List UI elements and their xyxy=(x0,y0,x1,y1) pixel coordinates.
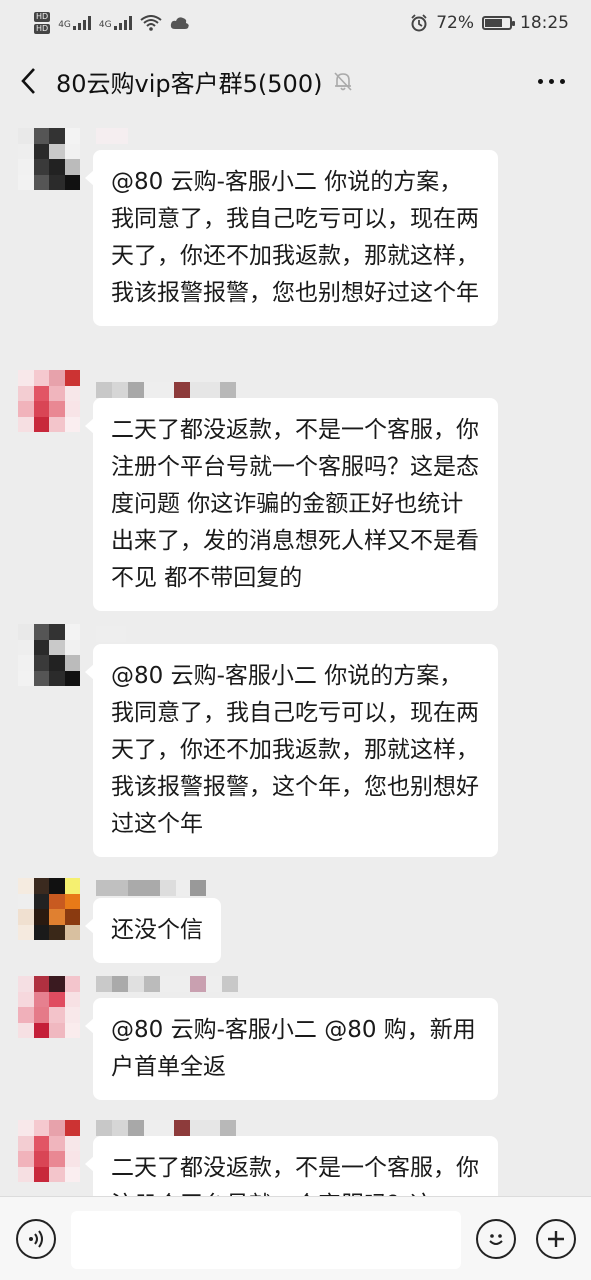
message-bubble[interactable]: @80 云购-客服小二 你说的方案，我同意了，我自己吃亏可以，现在两天了，你还不… xyxy=(85,150,498,326)
message-text: 二天了都没返款，不是一个客服，你注册个平台号就一个客服吗？这是态度问题 你这诈骗… xyxy=(111,417,479,591)
chat-title: 80云购vip客户群5(500) xyxy=(56,69,323,98)
input-bar xyxy=(0,1196,591,1280)
chat-header: 80云购vip客户群5(500) xyxy=(0,46,591,116)
avatar[interactable] xyxy=(18,370,80,432)
more-button[interactable] xyxy=(538,46,565,116)
sender-name-blurred xyxy=(96,626,126,644)
message-bubble[interactable]: 还没个信 xyxy=(85,898,221,963)
back-button[interactable] xyxy=(0,46,56,116)
battery-percent: 72% xyxy=(436,13,474,33)
sender-name-blurred xyxy=(96,128,128,146)
more-dot xyxy=(560,78,565,84)
avatar[interactable] xyxy=(18,976,80,1038)
signal-icon-2: 4G xyxy=(99,16,132,30)
message-text: @80 云购-客服小二 你说的方案，我同意了，我自己吃亏可以，现在两天了，你还不… xyxy=(111,169,479,306)
sender-name-blurred xyxy=(96,976,238,994)
plus-icon xyxy=(548,1231,564,1247)
clock: 18:25 xyxy=(520,13,569,33)
chevron-left-icon xyxy=(21,68,35,94)
emoji-button[interactable] xyxy=(476,1219,516,1259)
more-dots-icon xyxy=(538,78,543,84)
status-bar: HD HD 4G 4G 72% 18:25 xyxy=(0,0,591,46)
plus-button[interactable] xyxy=(536,1219,576,1259)
message-text: @80 云购-客服小二 @80 购，新用户首单全返 xyxy=(111,1017,476,1080)
message-text: 二天了都没返款，不是一个客服，你注册个平台号就一个客服吗？这 xyxy=(111,1155,479,1196)
avatar[interactable] xyxy=(18,128,80,190)
battery-icon xyxy=(482,16,515,30)
wifi-icon xyxy=(139,15,162,31)
message-bubble[interactable]: 二天了都没返款，不是一个客服，你注册个平台号就一个客服吗？这是态度问题 你这诈骗… xyxy=(85,398,498,611)
message-list[interactable]: @80 云购-客服小二 你说的方案，我同意了，我自己吃亏可以，现在两天了，你还不… xyxy=(0,116,591,1196)
avatar[interactable] xyxy=(18,1120,80,1182)
emoji-icon xyxy=(489,1234,503,1245)
bell-off-icon xyxy=(334,72,353,91)
hd-badges: HD HD xyxy=(34,12,51,34)
message-bubble[interactable]: 二天了都没返款，不是一个客服，你注册个平台号就一个客服吗？这 xyxy=(85,1136,498,1196)
signal-icon: 4G xyxy=(58,16,91,30)
message-bubble[interactable]: @80 云购-客服小二 你说的方案，我同意了，我自己吃亏可以，现在两天了，你还不… xyxy=(85,644,498,857)
status-right: 72% 18:25 xyxy=(410,13,569,33)
message-text: @80 云购-客服小二 你说的方案，我同意了，我自己吃亏可以，现在两天了，你还不… xyxy=(111,663,479,837)
avatar[interactable] xyxy=(18,624,80,686)
alarm-icon xyxy=(411,14,427,32)
cloud-icon xyxy=(170,17,189,29)
message-text: 还没个信 xyxy=(111,917,203,943)
chat-title-wrap: 80云购vip客户群5(500) xyxy=(56,64,354,99)
status-left: HD HD 4G 4G xyxy=(34,12,190,34)
voice-button[interactable] xyxy=(16,1219,56,1259)
avatar[interactable] xyxy=(18,878,80,940)
voice-icon xyxy=(29,1230,43,1248)
more-dot xyxy=(549,78,554,84)
sender-name-blurred xyxy=(96,880,206,898)
message-input[interactable] xyxy=(71,1211,461,1269)
message-bubble[interactable]: @80 云购-客服小二 @80 购，新用户首单全返 xyxy=(85,998,498,1100)
